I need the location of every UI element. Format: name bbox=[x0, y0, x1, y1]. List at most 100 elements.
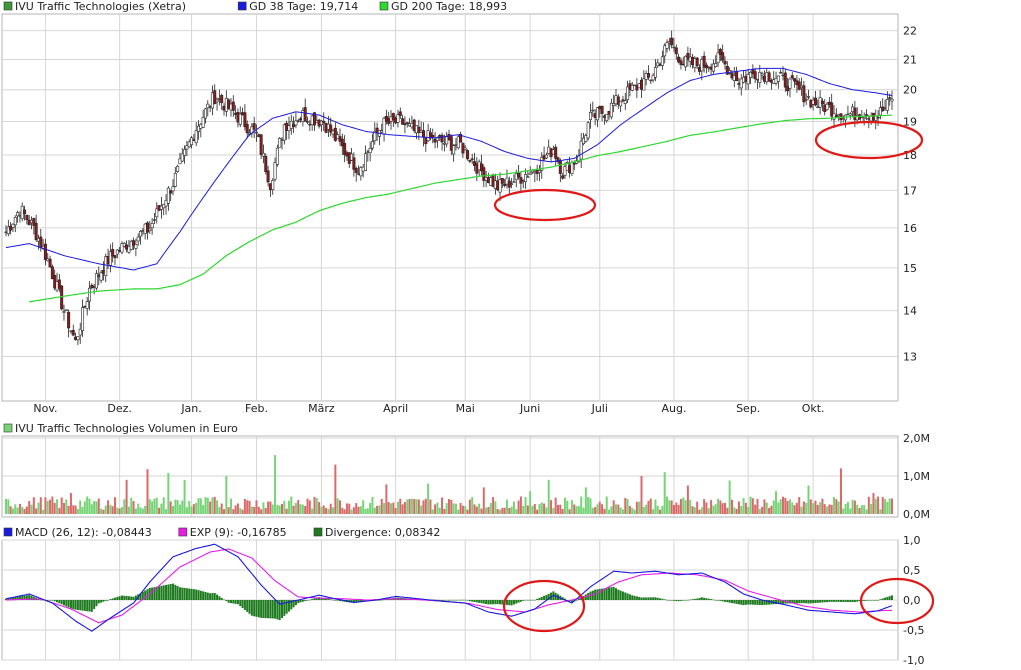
divergence-bar bbox=[132, 596, 135, 600]
volume-bar bbox=[756, 498, 759, 514]
x-tick-label: Mai bbox=[456, 402, 475, 415]
divergence-bar bbox=[700, 597, 703, 600]
volume-bar bbox=[860, 505, 863, 514]
candle-body bbox=[510, 183, 514, 185]
divergence-bar bbox=[197, 590, 200, 600]
volume-bar bbox=[645, 504, 648, 514]
volume-bar bbox=[582, 507, 585, 514]
price-y-tick: 20 bbox=[903, 84, 917, 97]
divergence-bar bbox=[884, 597, 887, 600]
candle-body bbox=[111, 248, 115, 257]
volume-bar bbox=[821, 498, 824, 514]
divergence-bar bbox=[450, 599, 453, 601]
divergence-bar bbox=[795, 600, 798, 604]
divergence-bar bbox=[313, 598, 316, 600]
volume-bar bbox=[441, 497, 444, 514]
candle-body bbox=[558, 161, 562, 174]
volume-bar bbox=[364, 508, 367, 514]
volume-bar bbox=[819, 502, 822, 514]
volume-bar bbox=[823, 504, 826, 514]
candle-body bbox=[370, 141, 374, 149]
candle-body bbox=[215, 99, 219, 103]
divergence-bar bbox=[127, 596, 130, 600]
divergence-bar bbox=[116, 596, 119, 600]
volume-bar bbox=[348, 503, 351, 514]
volume-bar bbox=[320, 506, 323, 514]
volume-bar bbox=[603, 508, 606, 514]
candle-body bbox=[735, 71, 739, 82]
volume-bar bbox=[656, 505, 659, 514]
volume-bar bbox=[682, 497, 685, 514]
divergence-bar bbox=[679, 600, 682, 601]
candle-body bbox=[721, 52, 725, 61]
candle-body bbox=[588, 111, 592, 120]
divergence-bar bbox=[176, 586, 179, 600]
volume-bar bbox=[654, 499, 657, 514]
divergence-bar bbox=[301, 600, 304, 602]
volume-bar bbox=[554, 497, 557, 514]
volume-bar bbox=[253, 506, 256, 514]
volume-bar bbox=[72, 505, 75, 514]
divergence-bar bbox=[891, 595, 893, 600]
candle-body bbox=[176, 165, 180, 172]
divergence-bar bbox=[886, 596, 889, 600]
volume-bar bbox=[443, 509, 446, 514]
legend-swatch bbox=[313, 527, 323, 537]
candle-body bbox=[238, 113, 242, 125]
divergence-bar bbox=[329, 599, 332, 600]
divergence-bar bbox=[754, 600, 757, 605]
x-tick-label: Sep. bbox=[736, 402, 760, 415]
divergence-bar bbox=[225, 600, 228, 602]
volume-bar bbox=[118, 508, 121, 514]
volume-bar bbox=[631, 507, 634, 514]
candle-body bbox=[364, 153, 368, 172]
divergence-bar bbox=[459, 599, 462, 601]
volume-bar bbox=[30, 504, 33, 514]
volume-bar bbox=[812, 503, 815, 514]
volume-bar bbox=[162, 497, 165, 514]
volume-bar bbox=[332, 507, 335, 514]
legend-swatch bbox=[3, 1, 13, 11]
volume-bar bbox=[884, 499, 887, 514]
volume-bar bbox=[380, 498, 383, 514]
volume-bar bbox=[69, 493, 72, 514]
divergence-bar bbox=[262, 600, 265, 618]
divergence-bar bbox=[814, 600, 817, 603]
divergence-bar bbox=[246, 600, 249, 612]
divergence-bar bbox=[257, 600, 260, 618]
divergence-bar bbox=[714, 600, 717, 601]
divergence-bar bbox=[526, 599, 529, 601]
candle-body bbox=[354, 168, 358, 173]
candle-body bbox=[396, 114, 400, 123]
volume-bar bbox=[169, 501, 172, 514]
volume-bar bbox=[712, 505, 715, 514]
volume-bar bbox=[761, 506, 764, 514]
divergence-bar bbox=[220, 597, 223, 600]
divergence-bar bbox=[642, 597, 645, 600]
volume-bar bbox=[410, 498, 413, 514]
divergence-bar bbox=[837, 600, 840, 602]
volume-bar bbox=[76, 508, 79, 514]
volume-bar bbox=[408, 498, 411, 514]
volume-bar bbox=[816, 504, 819, 514]
volume-bar bbox=[171, 505, 174, 514]
divergence-bar bbox=[663, 599, 666, 600]
divergence-bar bbox=[584, 594, 587, 600]
divergence-bar bbox=[380, 599, 383, 601]
candle-body bbox=[273, 162, 277, 180]
volume-bar bbox=[44, 497, 47, 514]
candle-body bbox=[512, 181, 516, 183]
volume-bar bbox=[487, 506, 490, 514]
volume-bar bbox=[308, 500, 311, 514]
divergence-bar bbox=[264, 600, 267, 619]
volume-bar bbox=[352, 507, 355, 514]
divergence-bar bbox=[227, 600, 230, 603]
macd-y-tick: -0,5 bbox=[903, 624, 924, 637]
volume-bar bbox=[835, 499, 838, 514]
divergence-bar bbox=[248, 600, 251, 614]
volume-bar bbox=[844, 503, 847, 514]
volume-bar bbox=[693, 507, 696, 514]
divergence-bar bbox=[624, 592, 627, 600]
volume-bar bbox=[42, 509, 45, 514]
volume-bar bbox=[568, 509, 571, 514]
